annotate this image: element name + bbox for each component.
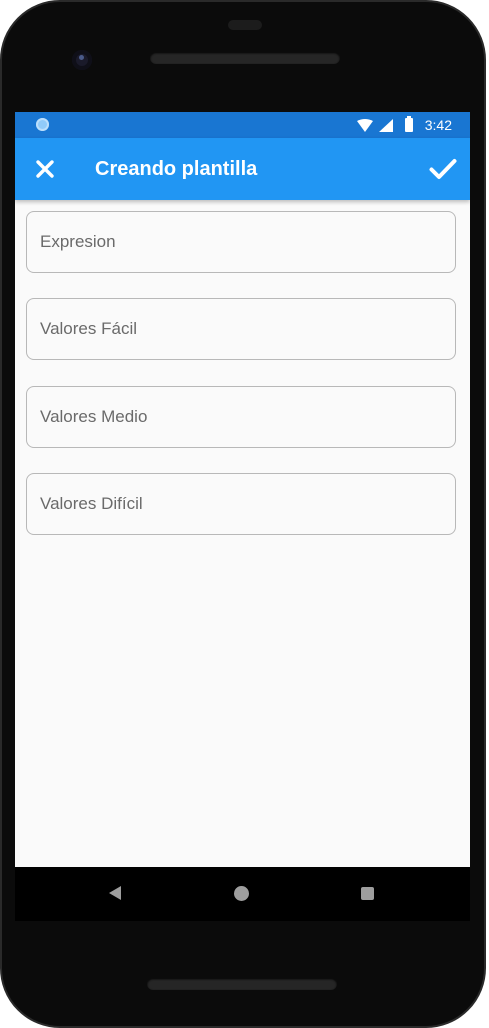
page-title: Creando plantilla bbox=[95, 158, 258, 180]
status-icons: 3:42 bbox=[356, 112, 452, 138]
bottom-speaker bbox=[147, 978, 337, 990]
top-slit bbox=[228, 20, 262, 30]
recents-square-icon[interactable] bbox=[361, 887, 374, 900]
status-bar: 3:42 bbox=[15, 112, 470, 138]
valores-medio-field[interactable] bbox=[26, 386, 456, 448]
valores-facil-field[interactable] bbox=[26, 298, 456, 360]
app-screen: 3:42 Creando plantilla bbox=[15, 112, 470, 867]
valores-medio-input[interactable] bbox=[27, 387, 455, 447]
valores-dificil-field[interactable] bbox=[26, 473, 456, 535]
signal-icon bbox=[378, 118, 393, 132]
earpiece-speaker bbox=[150, 52, 340, 64]
close-icon bbox=[36, 160, 54, 178]
status-time: 3:42 bbox=[424, 117, 452, 133]
valores-dificil-input[interactable] bbox=[27, 474, 455, 534]
wifi-icon bbox=[356, 118, 373, 132]
valores-facil-input[interactable] bbox=[27, 299, 455, 359]
front-camera bbox=[72, 50, 92, 70]
close-button[interactable] bbox=[29, 153, 61, 185]
expresion-field[interactable] bbox=[26, 211, 456, 273]
confirm-button[interactable] bbox=[426, 152, 460, 186]
back-triangle-icon[interactable] bbox=[109, 886, 121, 900]
app-bar: Creando plantilla bbox=[15, 138, 470, 200]
notification-icon bbox=[36, 118, 49, 131]
check-icon bbox=[429, 159, 457, 179]
expresion-input[interactable] bbox=[27, 212, 455, 272]
system-nav-bar bbox=[15, 867, 470, 921]
home-circle-icon[interactable] bbox=[234, 886, 249, 901]
battery-icon bbox=[404, 116, 413, 132]
